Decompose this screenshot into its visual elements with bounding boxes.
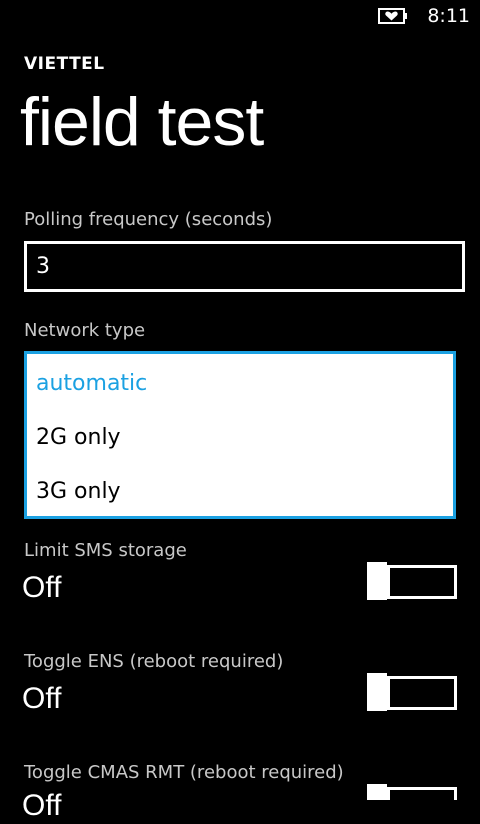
- network-option-2g-only[interactable]: 2G only: [36, 423, 121, 453]
- page-title: field test: [20, 84, 264, 160]
- status-bar: 8:11: [0, 0, 480, 32]
- limit-sms-storage-label: Limit SMS storage: [24, 540, 187, 561]
- network-type-label: Network type: [24, 320, 146, 341]
- toggle-ens-label: Toggle ENS (reboot required): [24, 651, 284, 672]
- toggle-track: [387, 676, 457, 710]
- toggle-track: [387, 787, 457, 800]
- carrier-name: VIETTEL: [24, 54, 105, 74]
- toggle-thumb[interactable]: [367, 673, 387, 711]
- network-type-picker[interactable]: automatic 2G only 3G only: [24, 351, 456, 519]
- clock: 8:11: [427, 5, 470, 27]
- battery-heart-icon: [378, 8, 407, 24]
- toggle-cmas-rmt-toggle[interactable]: [367, 784, 457, 800]
- toggle-ens-value: Off: [22, 682, 62, 715]
- polling-frequency-input[interactable]: 3: [24, 241, 465, 292]
- limit-sms-storage-value: Off: [22, 571, 62, 604]
- toggle-cmas-rmt-label: Toggle CMAS RMT (reboot required): [24, 762, 344, 783]
- network-option-3g-only[interactable]: 3G only: [36, 477, 121, 507]
- toggle-ens-toggle[interactable]: [367, 673, 457, 711]
- polling-frequency-label: Polling frequency (seconds): [24, 209, 273, 230]
- toggle-cmas-rmt-value: Off: [22, 789, 62, 822]
- toggle-thumb[interactable]: [367, 784, 387, 800]
- toggle-track: [387, 565, 457, 599]
- network-option-automatic[interactable]: automatic: [36, 369, 147, 399]
- limit-sms-storage-toggle[interactable]: [367, 562, 457, 600]
- toggle-thumb[interactable]: [367, 562, 387, 600]
